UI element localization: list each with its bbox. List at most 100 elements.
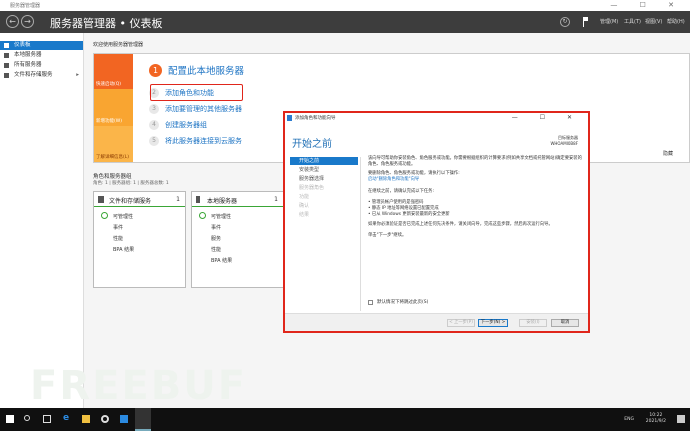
tile-row[interactable]: 性能	[211, 246, 221, 253]
dialog-window-controls[interactable]: — ☐ ✕	[512, 114, 582, 121]
servers-icon	[4, 63, 9, 68]
watermark: FREEBUF	[30, 363, 248, 409]
sidebar-item-label: 所有服务器	[14, 62, 42, 68]
welcome-heading: 欢迎使用服务器管理器	[93, 42, 144, 48]
step-number: 3	[149, 104, 159, 114]
tile-row[interactable]: 性能	[113, 235, 123, 242]
sidebar-item-label: 本地服务器	[14, 52, 42, 58]
step-number: 4	[149, 120, 159, 130]
tab-learn-more[interactable]: 了解详细信息(L)	[94, 126, 133, 162]
input-language[interactable]: ENG	[624, 417, 634, 422]
next-button[interactable]: 下一步(N) >	[478, 319, 508, 327]
notification-icon[interactable]	[677, 415, 685, 423]
sidebar-item-local-server[interactable]: 本地服务器	[0, 51, 83, 60]
dialog-title: 添加角色和功能向导	[295, 116, 336, 121]
checkbox-box[interactable]	[368, 299, 373, 305]
task-view-icon[interactable]	[43, 415, 51, 423]
tile-local-server[interactable]: 本地服务器 1 可管理性 事件 服务 性能 BPA 结果	[191, 191, 284, 288]
wizard-nav-confirm: 确认	[299, 203, 310, 209]
remove-wizard-link[interactable]: 启动"删除角色和功能"向导	[368, 177, 583, 183]
start-icon[interactable]	[6, 415, 14, 423]
wizard-nav-features: 功能	[299, 194, 310, 200]
bullet: • 已从 Windows 更新安装最新的安全更新	[368, 212, 450, 217]
checkbox-label: 默认情况下将跳过此页(S)	[377, 300, 429, 305]
search-icon[interactable]	[24, 415, 30, 421]
clock[interactable]: 10:22 2021/9/2	[646, 413, 666, 425]
tile-title: 本地服务器	[207, 198, 238, 205]
step-label: 配置此本地服务器	[168, 66, 245, 77]
window-titlebar: 服务器管理器 — ☐ ✕	[0, 0, 690, 11]
prev-button[interactable]: < 上一步(P)	[447, 319, 475, 327]
hide-link[interactable]: 隐藏	[663, 150, 673, 157]
page-title: 服务器管理器 • 仪表板	[50, 17, 163, 30]
menu-tools[interactable]: 工具(T)	[624, 18, 641, 25]
settings-icon[interactable]	[101, 415, 109, 423]
wizard-nav-results: 结果	[299, 212, 310, 218]
target-server: 目标服务器 WHOAMI0B8F	[550, 135, 578, 147]
wizard-nav-install-type[interactable]: 安装类型	[290, 166, 358, 174]
sidebar: 仪表板 本地服务器 所有服务器 文件和存储服务 ▸	[0, 33, 84, 408]
app-icon[interactable]	[120, 415, 128, 423]
tile-title: 文件和存储服务	[109, 198, 152, 205]
wizard-nav-before[interactable]: 开始之前	[290, 157, 358, 165]
tile-row[interactable]: 事件	[113, 224, 123, 231]
roles-heading: 角色和服务器组	[93, 174, 132, 180]
sidebar-item-file-storage[interactable]: 文件和存储服务 ▸	[0, 71, 83, 80]
tab-quickstart[interactable]: 快速启动(Q)	[94, 54, 133, 89]
highlight-box	[150, 84, 243, 101]
date: 2021/9/2	[645, 419, 666, 424]
dialog-heading: 开始之前	[292, 139, 332, 150]
step-create-group[interactable]: 4 创建服务器组	[149, 120, 207, 130]
step-configure-local-server[interactable]: 1 配置此本地服务器	[149, 63, 244, 77]
divider	[360, 157, 361, 311]
add-roles-wizard-dialog: 添加角色和功能向导 — ☐ ✕ 开始之前 目标服务器 WHOAMI0B8F 开始之…	[283, 111, 590, 333]
storage-icon	[4, 73, 9, 78]
server-manager-taskbar-icon[interactable]	[135, 408, 151, 431]
tab-label: 了解详细信息(L)	[96, 155, 130, 160]
install-button[interactable]: 安装(I)	[519, 319, 547, 327]
tile-row[interactable]: 服务	[211, 235, 221, 242]
verify-text: 如果你必须验证是否已完成上述任何先决条件，请关闭向导，完成这些步骤，然后再次运行…	[368, 222, 553, 227]
step-connect-cloud[interactable]: 5 将此服务器连接到云服务	[149, 136, 242, 146]
explorer-icon[interactable]	[82, 415, 90, 423]
header-bar: ← → 服务器管理器 • 仪表板 ↻ 管理(M) 工具(T) 视图(V) 帮助(…	[0, 11, 690, 33]
sidebar-item-label: 文件和存储服务	[14, 72, 53, 78]
dashboard-icon	[4, 43, 9, 48]
forward-icon[interactable]: →	[21, 15, 34, 28]
status-ok-icon	[101, 212, 108, 219]
storage-icon	[98, 196, 104, 203]
step-add-servers[interactable]: 3 添加要管理的其他服务器	[149, 104, 242, 114]
menu-view[interactable]: 视图(V)	[645, 18, 662, 25]
menu-manage[interactable]: 管理(M)	[600, 18, 618, 25]
menu-help[interactable]: 帮助(H)	[667, 18, 685, 25]
tile-row[interactable]: 可管理性	[211, 213, 231, 220]
tab-whats-new[interactable]: 新增功能(W)	[94, 89, 133, 126]
taskbar: e ENG 10:22 2021/9/2	[0, 408, 690, 431]
server-icon	[196, 196, 200, 203]
roles-summary: 角色: 1 | 服务器组: 1 | 服务器总数: 1	[93, 181, 169, 186]
sidebar-item-label: 仪表板	[14, 42, 31, 48]
wizard-nav-server-select[interactable]: 服务器选择	[290, 175, 358, 183]
tab-label: 新增功能(W)	[96, 119, 122, 124]
tile-row[interactable]: BPA 结果	[113, 246, 134, 253]
sidebar-item-all-servers[interactable]: 所有服务器	[0, 61, 83, 70]
step-label: 添加要管理的其他服务器	[165, 105, 242, 113]
refresh-icon[interactable]: ↻	[560, 17, 570, 27]
sidebar-item-dashboard[interactable]: 仪表板	[0, 41, 83, 50]
flag-icon[interactable]	[583, 17, 588, 27]
step-number: 1	[149, 63, 162, 77]
tile-file-storage[interactable]: 文件和存储服务 1 可管理性 事件 性能 BPA 结果	[93, 191, 186, 288]
tile-row[interactable]: 可管理性	[113, 213, 133, 220]
back-icon[interactable]: ←	[6, 15, 19, 28]
intro-text: 该向导可帮助你安装角色、角色服务或功能。你需要根据组织的计算要求(例如共享文档或…	[368, 156, 582, 167]
prereq-text: 在继续之前，请确认完成以下任务:	[368, 189, 434, 194]
cancel-button[interactable]: 取消	[551, 319, 579, 327]
skip-page-checkbox[interactable]: 默认情况下将跳过此页(S)	[368, 299, 428, 305]
edge-icon[interactable]: e	[63, 413, 71, 423]
step-label: 将此服务器连接到云服务	[165, 137, 242, 145]
tile-count: 1	[274, 196, 278, 203]
tile-row[interactable]: 事件	[211, 224, 221, 231]
tab-label: 快速启动(Q)	[96, 82, 122, 87]
window-controls[interactable]: — ☐ ✕	[610, 1, 684, 9]
tile-row[interactable]: BPA 结果	[211, 257, 232, 264]
